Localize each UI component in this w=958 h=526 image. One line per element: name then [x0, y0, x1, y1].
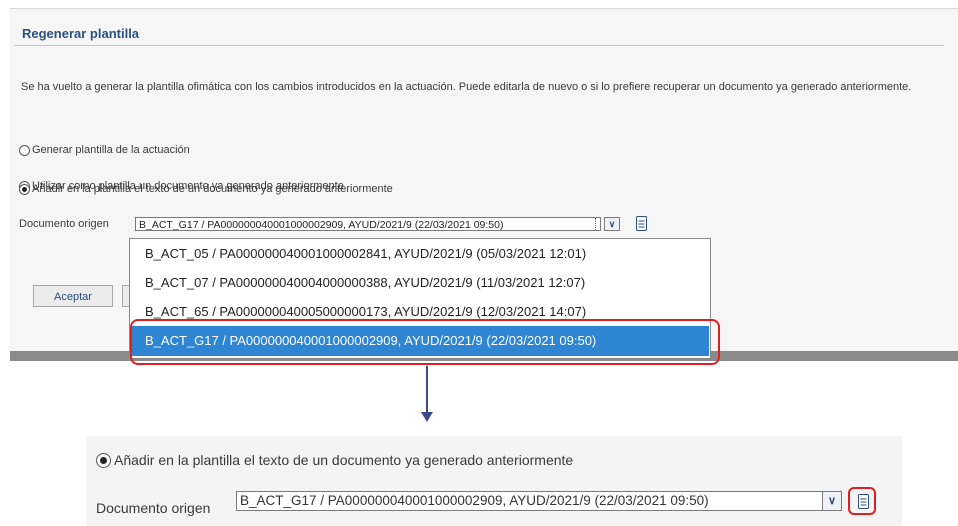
title-divider [14, 45, 944, 46]
doc-origin-label-text: Documento origen [19, 218, 109, 230]
down-arrow-icon [421, 412, 433, 422]
doc-origin-label: Documento origen [19, 216, 109, 232]
radio-icon[interactable] [19, 144, 30, 156]
zoom-option-add-document-text[interactable]: Añadir en la plantilla el texto de un do… [96, 452, 573, 468]
chevron-down-icon[interactable]: ∨ [822, 491, 842, 511]
focus-caret [595, 218, 598, 230]
option-label: Generar plantilla de la actuación [32, 144, 190, 156]
zoom-doc-origin-label: Documento origen [96, 500, 211, 516]
down-arrow-line [426, 366, 428, 414]
panel-title: Regenerar plantilla [22, 26, 140, 41]
zoom-doc-origin-select[interactable]: B_ACT_G17 / PA000000040001000002909, AYU… [236, 491, 826, 511]
accept-button[interactable]: Aceptar [33, 285, 113, 307]
selection-highlight-outline [130, 319, 720, 365]
radio-icon[interactable] [19, 183, 30, 195]
dropdown-option[interactable]: B_ACT_65 / PA000000040005000000173, AYUD… [145, 304, 586, 319]
doc-origin-selected-value: B_ACT_G17 / PA000000040001000002909, AYU… [139, 219, 504, 231]
description-text: Se ha vuelto a generar la plantilla ofim… [21, 81, 912, 93]
chevron-down-icon[interactable]: ∨ [604, 217, 620, 231]
option-generate-template[interactable]: Generar plantilla de la actuación [19, 144, 190, 156]
zoom-doc-origin-selected-value: B_ACT_G17 / PA000000040001000002909, AYU… [240, 493, 709, 508]
document-icon-highlight [848, 487, 876, 515]
radio-icon[interactable] [96, 452, 111, 468]
zoomed-detail-panel: Añadir en la plantilla el texto de un do… [86, 436, 902, 526]
option-add-document-text-row[interactable]: Añadir en la plantilla el texto de un do… [19, 183, 393, 195]
doc-origin-select[interactable]: B_ACT_G17 / PA000000040001000002909, AYU… [135, 217, 601, 231]
option-label: Añadir en la plantilla el texto de un do… [32, 183, 393, 195]
zoom-option-label: Añadir en la plantilla el texto de un do… [114, 452, 574, 468]
document-icon[interactable] [636, 216, 647, 231]
document-icon[interactable] [858, 494, 869, 509]
dropdown-option[interactable]: B_ACT_07 / PA000000040004000000388, AYUD… [145, 275, 585, 290]
dropdown-option[interactable]: B_ACT_05 / PA000000040001000002841, AYUD… [145, 246, 586, 261]
